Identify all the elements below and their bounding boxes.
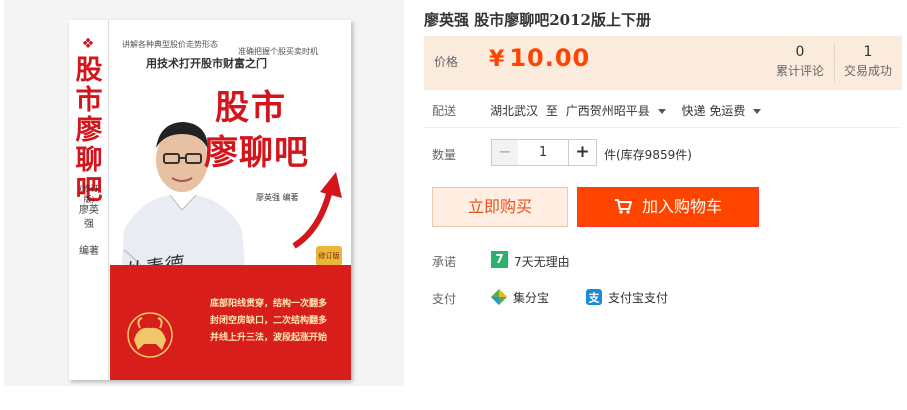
ship-method: 快递 免运费	[681, 104, 746, 118]
payment-option-alipay[interactable]: 支 支付宝支付	[586, 289, 668, 306]
shipping-label: 配送	[432, 104, 457, 118]
stock-info: 件(库存9859件)	[604, 148, 692, 162]
edition-seal: 修订版	[316, 246, 342, 266]
review-count-stat[interactable]: 0 累计评论	[768, 44, 832, 84]
publisher-logo-icon: ❖	[81, 36, 95, 52]
price-label: 价格	[434, 55, 459, 69]
review-count-label: 累计评论	[775, 64, 824, 78]
golden-ox-icon	[127, 312, 173, 358]
cover-tagline-main: 用技术打开股市财富之门	[146, 57, 267, 70]
product-image[interactable]: ❖ 股市廖聊吧 (修订版) 廖英强 编著 讲解各种典型股价走势形态 准确把握个股…	[4, 0, 404, 386]
quantity-decrease-button[interactable]: −	[491, 139, 519, 166]
ship-destination: 广西贺州昭平县	[565, 104, 650, 118]
cover-band-text: 底部阳线贯穿，结构一次翻多 封闭空房缺口，二次结构翻多 并线上升三法，波段起涨开…	[210, 296, 327, 347]
payment-option-jifenbao[interactable]: 集分宝	[491, 289, 549, 306]
product-title: 廖英强 股市廖聊吧2012版上下册	[424, 11, 651, 29]
payment-option-label: 支付宝支付	[608, 291, 669, 305]
add-to-cart-label: 加入购物车	[641, 197, 722, 216]
cover-title-line-2: 廖聊吧	[204, 133, 309, 173]
spine-author: 廖英强	[79, 205, 99, 230]
chevron-down-icon	[657, 109, 666, 114]
payment-label: 支付	[432, 292, 457, 306]
shipping-row: 湖北武汉 至 广西贺州昭平县 快递 免运费	[490, 102, 765, 119]
cover-band-line: 底部阳线贯穿，结构一次翻多	[210, 299, 328, 309]
price-value: ¥10.00	[489, 44, 590, 72]
currency-symbol: ¥	[489, 47, 506, 72]
cover-band-line: 并线上升三法，波段起涨开始	[210, 333, 328, 343]
add-to-cart-button[interactable]: 加入购物车	[577, 187, 759, 227]
jifenbao-icon	[491, 289, 507, 305]
sales-count-stat[interactable]: 1 交易成功	[836, 44, 900, 84]
seven-day-return-icon: 7	[491, 251, 508, 268]
quantity-increase-button[interactable]: +	[568, 139, 597, 166]
promise-text[interactable]: 7天无理由	[514, 253, 570, 270]
book-spine: ❖ 股市廖聊吧 (修订版) 廖英强 编著	[69, 20, 109, 380]
chevron-down-icon	[753, 109, 762, 114]
quantity-input[interactable]	[518, 139, 568, 166]
quantity-label: 数量	[432, 148, 457, 162]
sales-count: 1	[863, 44, 873, 60]
spine-tag: 编著	[79, 246, 99, 257]
book-front: 讲解各种典型股价走势形态 准确把握个股买卖时机 用技术打开股市财富之门 股市 廖…	[110, 20, 351, 380]
ship-method-select[interactable]: 快递 免运费	[682, 104, 762, 118]
price-panel: 价格 ¥10.00 0 累计评论 1 交易成功	[424, 36, 902, 90]
ship-to-word: 至	[545, 104, 558, 118]
sales-count-label: 交易成功	[843, 64, 892, 78]
stat-divider	[834, 44, 835, 82]
ship-from: 湖北武汉	[490, 104, 539, 118]
payment-option-label: 集分宝	[513, 291, 550, 305]
section-divider	[424, 127, 902, 128]
spine-edition: (修订版)	[79, 184, 99, 204]
book-cover: ❖ 股市廖聊吧 (修订版) 廖英强 编著 讲解各种典型股价走势形态 准确把握个股…	[69, 20, 351, 380]
price-amount: 10.00	[509, 44, 591, 72]
cover-band-line: 封闭空房缺口，二次结构翻多	[210, 316, 328, 326]
alipay-icon: 支	[586, 289, 602, 305]
buy-now-button[interactable]: 立即购买	[432, 187, 568, 227]
rising-arrow-icon	[292, 172, 342, 249]
promise-label: 承诺	[432, 255, 457, 269]
cover-title-line-1: 股市	[215, 88, 287, 128]
ship-destination-select[interactable]: 广西贺州昭平县	[566, 104, 666, 118]
cover-tagline-left: 讲解各种典型股价走势形态	[122, 40, 218, 49]
cart-icon	[614, 199, 632, 214]
svg-text:支: 支	[588, 291, 601, 305]
review-count: 0	[795, 44, 805, 60]
